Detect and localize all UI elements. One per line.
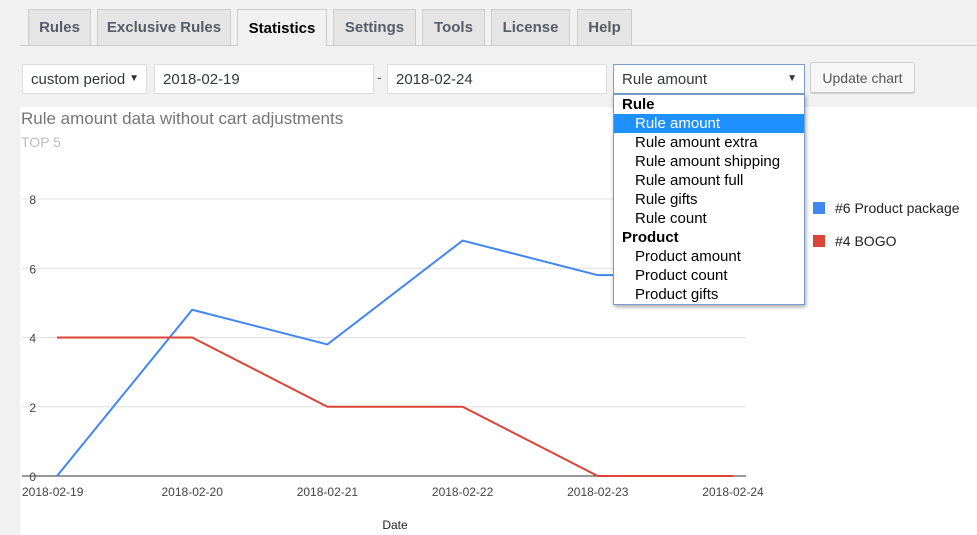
legend-swatch [813,235,825,247]
x-tick-label: 2018-02-23 [567,485,629,499]
y-tick-label: 4 [29,332,36,346]
legend-item-bogo: #4 BOGO [813,233,896,249]
y-tick-label: 0 [29,470,36,484]
optgroup-product: Product [622,229,679,246]
x-tick-label: 2018-02-20 [162,485,224,499]
y-axis-ticks: 8 6 4 2 0 [29,193,36,484]
option-rule-amount-full[interactable]: Rule amount full [614,171,804,190]
y-tick-label: 2 [29,401,36,415]
metric-dropdown-list: Rule Rule amount Rule amount extra Rule … [613,94,805,305]
legend-swatch [813,202,825,214]
option-rule-amount-shipping[interactable]: Rule amount shipping [614,152,804,171]
option-rule-gifts[interactable]: Rule gifts [614,190,804,209]
y-tick-label: 6 [29,262,36,276]
optgroup-rule: Rule [622,96,655,113]
tab-statistics[interactable]: Statistics [237,9,327,46]
legend-item-product-package: #6 Product package [813,200,960,216]
option-rule-amount-extra[interactable]: Rule amount extra [614,133,804,152]
line-chart: 86420 2018-02-19 2018-02-20 2018-02-21 2018… [22,193,764,532]
option-product-gifts[interactable]: Product gifts [614,285,804,304]
option-product-amount[interactable]: Product amount [614,247,804,266]
x-tick-label: 2018-02-24 [702,485,764,499]
option-rule-amount[interactable]: Rule amount [614,114,804,133]
legend-label: #4 BOGO [835,233,897,249]
x-tick-label: 2018-02-19 [22,485,84,499]
option-rule-count[interactable]: Rule count [614,209,804,228]
y-tick-label: 8 [29,193,36,207]
x-tick-label: 2018-02-22 [432,485,494,499]
x-tick-label: 2018-02-21 [297,485,359,499]
x-axis-ticks: 2018-02-19 2018-02-20 2018-02-21 2018-02-22… [22,485,764,499]
option-product-count[interactable]: Product count [614,266,804,285]
legend-label: #6 Product package [835,200,960,216]
x-axis-label: Date [382,518,408,532]
